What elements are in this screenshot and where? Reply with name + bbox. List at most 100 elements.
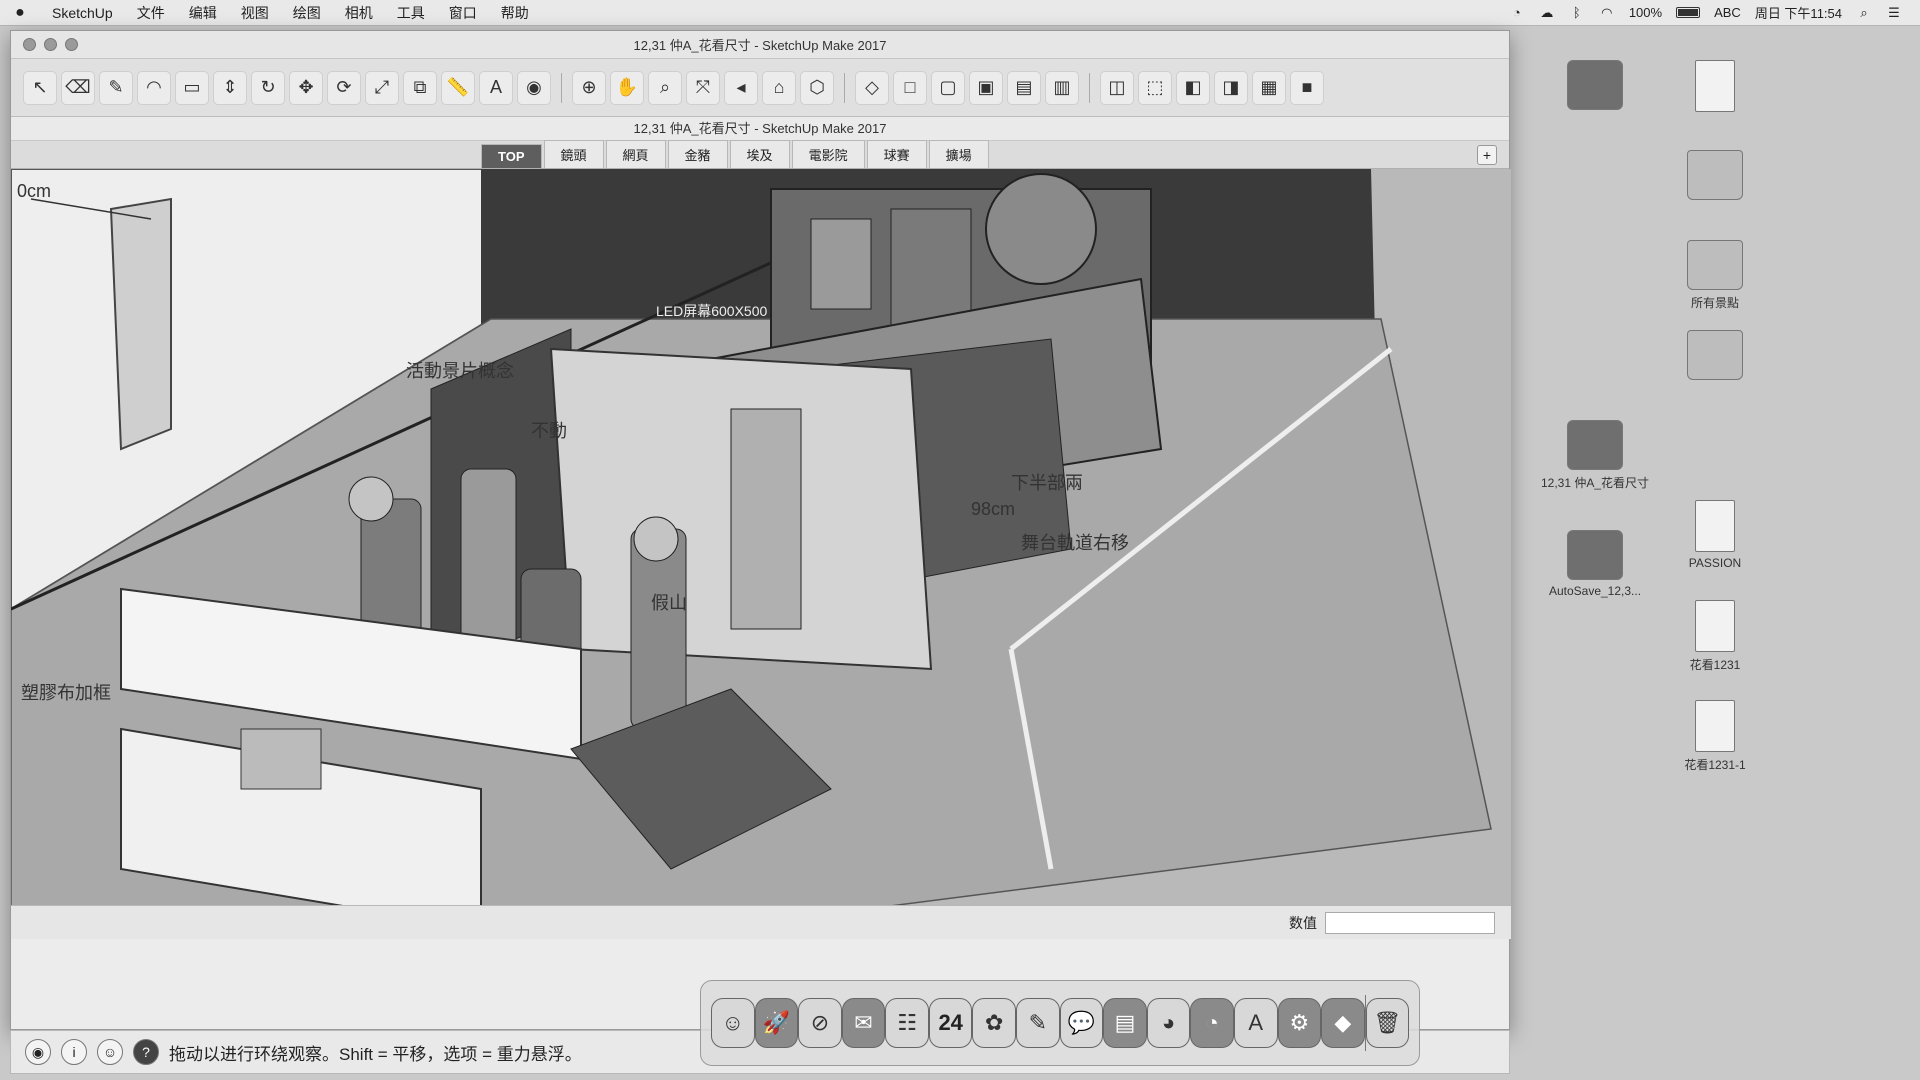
wechat-status-icon[interactable]: ◔ (1509, 5, 1525, 20)
shaded-style-icon[interactable]: ◨ (1214, 70, 1248, 105)
iso-view-icon[interactable]: ◇ (855, 70, 889, 105)
safari-icon[interactable]: ⊘ (798, 998, 842, 1048)
zoom-extents-tool-icon[interactable]: ⤧ (686, 70, 720, 105)
eraser-tool-icon[interactable]: ⌫ (61, 70, 95, 105)
left-view-icon[interactable]: ▥ (1045, 70, 1079, 105)
apple-menu-icon[interactable]: ● (0, 4, 40, 22)
menu-edit[interactable]: 编辑 (177, 3, 229, 23)
menu-view[interactable]: 视图 (229, 3, 281, 23)
desktop-file-icon[interactable]: 花看1231 (1660, 600, 1770, 673)
monochrome-style-icon[interactable]: ■ (1290, 70, 1324, 105)
scale-tool-icon[interactable]: ⤢ (365, 70, 399, 105)
zoom-tool-icon[interactable]: ⌕ (648, 70, 682, 105)
scene-tab-gold-pig[interactable]: 金豬 (667, 140, 728, 168)
desktop-file-icon[interactable]: PASSION (1660, 500, 1770, 570)
tape-measure-tool-icon[interactable]: 📏 (441, 70, 475, 105)
top-view-icon[interactable]: □ (893, 70, 927, 105)
geo-location-icon[interactable]: ◉ (25, 1039, 51, 1065)
notes-icon[interactable]: ✎ (1016, 998, 1060, 1048)
desktop-file-icon[interactable]: 12,31 仲A_花看尺寸 (1540, 420, 1650, 491)
menu-file[interactable]: 文件 (125, 3, 177, 23)
menu-app[interactable]: SketchUp (40, 5, 125, 21)
scene-tab-cinema[interactable]: 電影院 (791, 140, 865, 168)
rotate-tool-icon[interactable]: ⟳ (327, 70, 361, 105)
model-viewport[interactable]: 0cm 活動景片概念 LED屏幕600X500 不動 下半部兩 98cm 舞台軌… (11, 169, 1511, 939)
desktop-icon[interactable] (1660, 60, 1770, 116)
menu-help[interactable]: 帮助 (489, 3, 541, 23)
follow-me-tool-icon[interactable]: ↻ (251, 70, 285, 105)
scene-tab-egypt[interactable]: 埃及 (729, 140, 790, 168)
menu-camera[interactable]: 相机 (333, 3, 385, 23)
main-toolbar: ↖ ⌫ ✎ ◠ ▭ ⇕ ↻ ✥ ⟳ ⤢ ⧉ 📏 A ◉ ⊕ ✋ ⌕ ⤧ ◂ ⌂ … (11, 59, 1509, 117)
textured-style-icon[interactable]: ▦ (1252, 70, 1286, 105)
window-titlebar[interactable]: 12,31 仲A_花看尺寸 - SketchUp Make 2017 (11, 31, 1509, 59)
desktop-file-icon[interactable]: AutoSave_12,3... (1540, 530, 1650, 598)
add-scene-button[interactable]: + (1477, 145, 1497, 165)
scene-tab-ballgame[interactable]: 球賽 (866, 140, 927, 168)
xray-style-icon[interactable]: ◫ (1100, 70, 1134, 105)
front-view-icon[interactable]: ▢ (931, 70, 965, 105)
keynote-icon[interactable]: ▤ (1103, 998, 1147, 1048)
wireframe-style-icon[interactable]: ⬚ (1138, 70, 1172, 105)
cloud-icon[interactable]: ☁ (1539, 5, 1555, 20)
wifi-icon[interactable]: ◠ (1599, 5, 1615, 20)
rectangle-tool-icon[interactable]: ▭ (175, 70, 209, 105)
warehouse-icon[interactable]: ⌂ (762, 70, 796, 105)
user-icon[interactable]: ☺ (97, 1039, 123, 1065)
app-store-icon[interactable]: A (1233, 998, 1278, 1048)
paint-bucket-tool-icon[interactable]: ◉ (517, 70, 551, 105)
trash-icon[interactable]: 🗑 (1365, 998, 1410, 1048)
photos-icon[interactable]: ✿ (972, 998, 1017, 1048)
scene-tab-camera[interactable]: 鏡頭 (543, 140, 604, 168)
system-preferences-icon[interactable]: ⚙ (1277, 998, 1322, 1048)
pan-tool-icon[interactable]: ✋ (610, 70, 644, 105)
move-tool-icon[interactable]: ✥ (289, 70, 323, 105)
help-icon[interactable]: ? (133, 1039, 159, 1065)
close-window-icon[interactable] (23, 38, 36, 51)
qq-icon[interactable]: ◔ (1190, 998, 1234, 1048)
height-98-label: 98cm (971, 499, 1016, 519)
calendar-icon[interactable]: 24 (928, 998, 973, 1048)
select-tool-icon[interactable]: ↖ (23, 70, 57, 105)
orbit-tool-icon[interactable]: ⊕ (572, 70, 606, 105)
minimize-window-icon[interactable] (44, 38, 57, 51)
clock[interactable]: 周日 下午11:54 (1755, 3, 1842, 22)
launchpad-icon[interactable]: 🚀 (754, 998, 799, 1048)
desktop-folder-icon[interactable]: 所有景點 (1660, 240, 1770, 311)
menu-draw[interactable]: 绘图 (281, 3, 333, 23)
arc-tool-icon[interactable]: ◠ (137, 70, 171, 105)
pencil-line-tool-icon[interactable]: ✎ (99, 70, 133, 105)
measurements-input[interactable] (1325, 911, 1495, 934)
scene-tab-plaza[interactable]: 擴場 (928, 140, 989, 168)
battery-icon[interactable] (1676, 7, 1701, 18)
desktop-folder-icon[interactable] (1660, 330, 1770, 384)
fake-rock-label: 假山 (651, 593, 687, 613)
scene-tab-top[interactable]: TOP (481, 144, 542, 168)
right-view-icon[interactable]: ▣ (969, 70, 1003, 105)
previous-view-icon[interactable]: ◂ (724, 70, 758, 105)
text-tool-icon[interactable]: A (479, 70, 513, 105)
scene-tab-web[interactable]: 網頁 (605, 140, 666, 168)
mail-icon[interactable]: ✉ (841, 998, 886, 1048)
menu-tools[interactable]: 工具 (385, 3, 437, 23)
desktop-icon[interactable] (1540, 60, 1650, 114)
spotlight-search-icon[interactable]: ⌕ (1856, 5, 1872, 20)
notification-center-icon[interactable]: ☰ (1886, 5, 1902, 20)
push-pull-tool-icon[interactable]: ⇕ (213, 70, 247, 105)
offset-tool-icon[interactable]: ⧉ (403, 70, 437, 105)
info-icon[interactable]: i (61, 1039, 87, 1065)
sketchup-icon[interactable]: ◆ (1321, 998, 1365, 1048)
back-view-icon[interactable]: ▤ (1007, 70, 1041, 105)
finder-icon[interactable]: ☺ (711, 998, 755, 1048)
contacts-icon[interactable]: ☷ (885, 998, 929, 1048)
bluetooth-icon[interactable]: ᛒ (1569, 5, 1585, 20)
extension-warehouse-icon[interactable]: ⬡ (800, 70, 834, 105)
input-method[interactable]: ABC (1714, 5, 1741, 20)
zoom-window-icon[interactable] (65, 38, 78, 51)
messages-icon[interactable]: 💬 (1059, 998, 1104, 1048)
hidden-line-style-icon[interactable]: ◧ (1176, 70, 1210, 105)
desktop-file-icon[interactable]: 花看1231-1 (1660, 700, 1770, 773)
wechat-icon[interactable]: ◕ (1146, 998, 1191, 1048)
desktop-icon[interactable] (1660, 150, 1770, 204)
menu-window[interactable]: 窗口 (437, 3, 489, 23)
